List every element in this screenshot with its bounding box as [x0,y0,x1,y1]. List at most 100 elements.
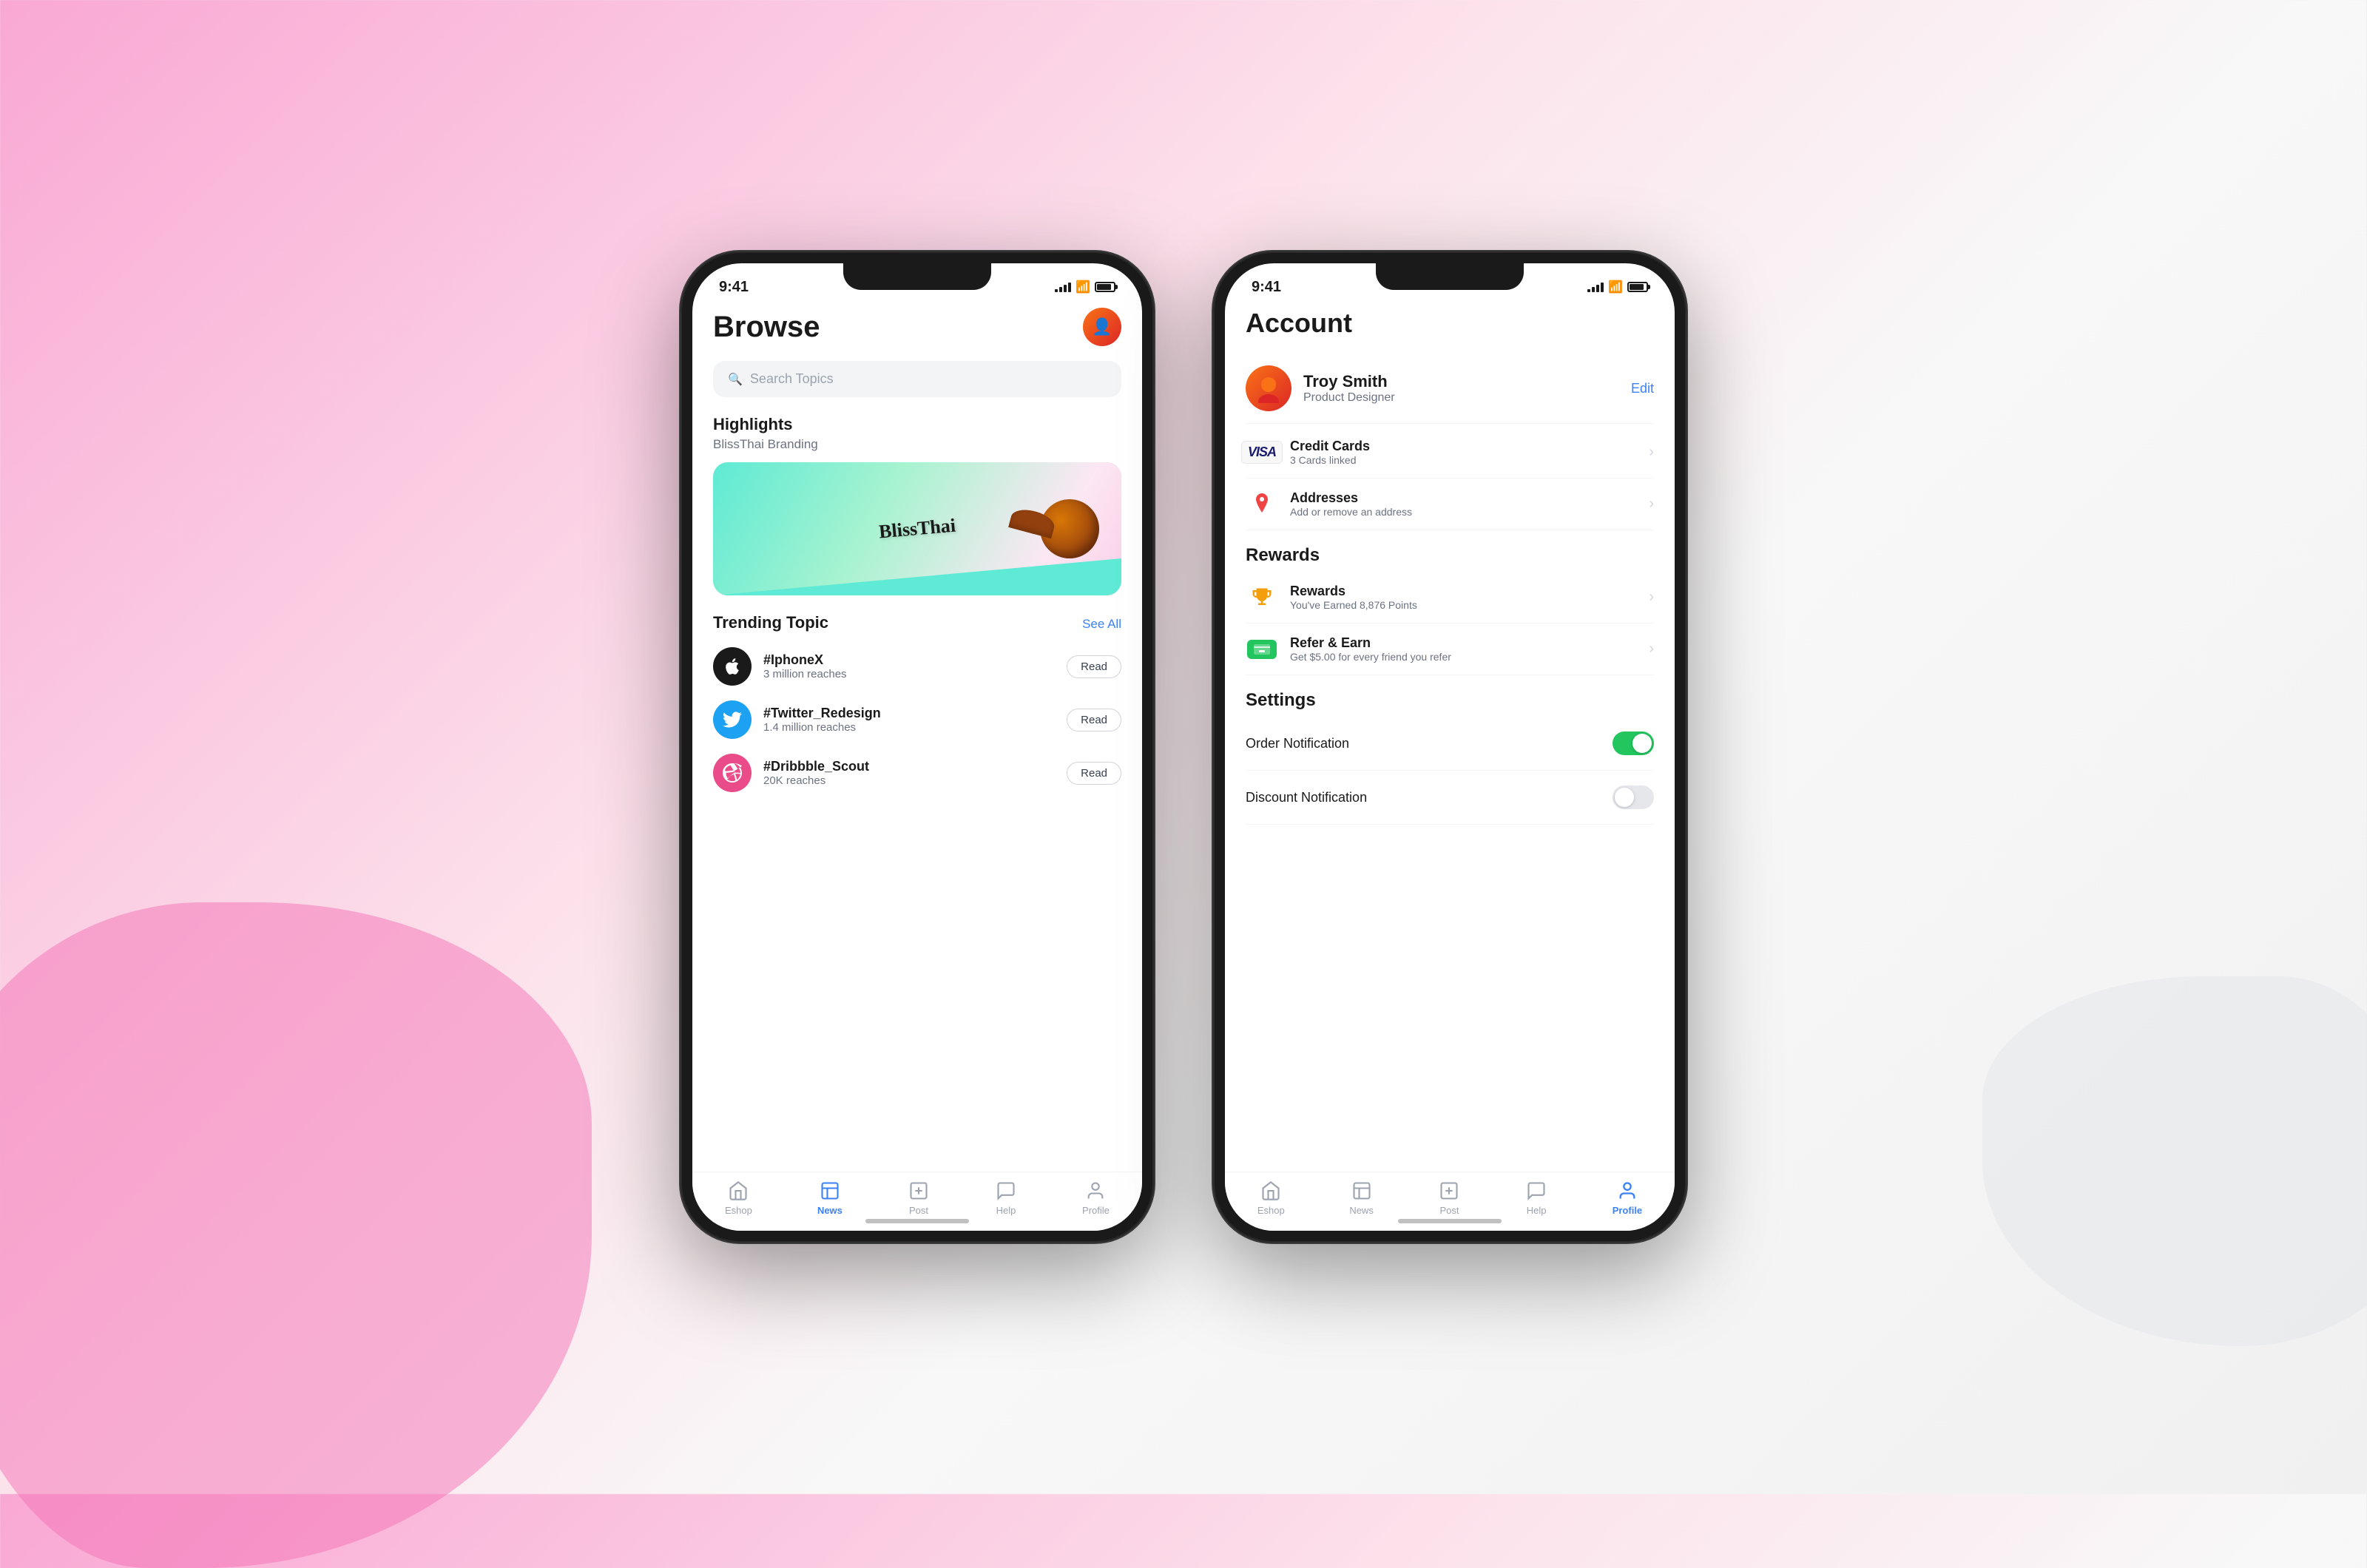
profile-name: Troy Smith [1303,372,1619,391]
rewards-sub: You've Earned 8,876 Points [1290,599,1637,611]
trophy-icon-wrap [1246,586,1278,609]
topic-item: #Dribbble_Scout 20K reaches Read [713,754,1121,792]
profile-role: Product Designer [1303,391,1619,405]
edit-button[interactable]: Edit [1631,381,1654,396]
discount-notification-toggle[interactable] [1613,785,1654,809]
account-screen-content: Account Troy Smith Product Designer [1225,300,1675,1231]
news-label-left: News [817,1205,843,1216]
see-all-button[interactable]: See All [1082,617,1121,632]
profile-label-left: Profile [1082,1205,1110,1216]
chevron-right-icon: › [1649,496,1654,513]
topic-info-twitter: #Twitter_Redesign 1.4 million reaches [763,706,1055,734]
read-button-dribbble[interactable]: Read [1067,762,1121,785]
battery-right [1627,282,1648,292]
trending-label: Trending Topic [713,613,828,632]
pin-icon-wrap [1246,493,1278,516]
topic-info-iphonex: #IphoneX 3 million reaches [763,652,1055,680]
profile-label-right: Profile [1613,1205,1642,1216]
profile-icon-left [1084,1180,1107,1202]
addresses-item[interactable]: Addresses Add or remove an address › [1246,479,1654,530]
profile-avatar [1246,365,1291,411]
addresses-title: Addresses [1290,490,1637,506]
news-icon-right [1351,1180,1373,1202]
highlights-sub: BlissThai Branding [713,437,1121,452]
addresses-sub: Add or remove an address [1290,506,1637,518]
eshop-icon-right [1260,1180,1282,1202]
wifi-icon-right: 📶 [1608,280,1623,294]
read-button-twitter[interactable]: Read [1067,709,1121,731]
phone-left: 9:41 📶 Browse 👤 [681,251,1154,1243]
eshop-label-right: Eshop [1257,1205,1285,1216]
order-notification-label: Order Notification [1246,736,1349,751]
nav-item-help-left[interactable]: Help [995,1180,1017,1216]
refer-earn-item[interactable]: Refer & Earn Get $5.00 for every friend … [1246,624,1654,675]
credit-cards-item[interactable]: VISA Credit Cards 3 Cards linked › [1246,427,1654,479]
credit-cards-title: Credit Cards [1290,439,1637,454]
notch-left [843,263,991,290]
bliss-thai-text: BlissThai [878,515,956,544]
phone-left-screen: 9:41 📶 Browse 👤 [692,263,1142,1231]
status-time-right: 9:41 [1252,279,1281,296]
post-icon [908,1180,930,1202]
visa-logo: VISA [1241,441,1283,464]
post-label-right: Post [1439,1205,1459,1216]
settings-section-title: Settings [1246,690,1654,711]
rewards-info: Rewards You've Earned 8,876 Points [1290,584,1637,611]
nav-item-post-right[interactable]: Post [1438,1180,1460,1216]
notch-right [1376,263,1524,290]
chevron-right-icon: › [1649,444,1654,461]
trending-header: Trending Topic See All [713,613,1121,635]
browse-title: Browse [713,311,820,344]
discount-notification-label: Discount Notification [1246,790,1367,805]
status-icons-left: 📶 [1055,280,1115,294]
post-label-left: Post [909,1205,928,1216]
nav-item-news-right[interactable]: News [1349,1180,1374,1216]
highlight-card[interactable]: BlissThai [713,462,1121,595]
discount-notification-row: Discount Notification [1246,771,1654,825]
twitter-icon [713,700,752,739]
browse-screen-content: Browse 👤 🔍 Search Topics Highlights Blis… [692,300,1142,1231]
search-placeholder: Search Topics [750,371,834,387]
credit-cards-sub: 3 Cards linked [1290,454,1637,466]
rewards-item[interactable]: Rewards You've Earned 8,876 Points › [1246,572,1654,624]
nav-item-news-left[interactable]: News [817,1180,843,1216]
eshop-icon [727,1180,749,1202]
profile-row[interactable]: Troy Smith Product Designer Edit [1246,354,1654,424]
search-icon: 🔍 [728,372,743,387]
highlights-label: Highlights [713,415,1121,434]
topic-info-dribbble: #Dribbble_Scout 20K reaches [763,759,1055,787]
help-icon-right [1525,1180,1547,1202]
nav-item-profile-left[interactable]: Profile [1082,1180,1110,1216]
news-label-right: News [1349,1205,1374,1216]
dribbble-icon [713,754,752,792]
profile-info: Troy Smith Product Designer [1303,372,1619,405]
eshop-label-left: Eshop [725,1205,752,1216]
nav-item-profile-right[interactable]: Profile [1613,1180,1642,1216]
account-title: Account [1246,308,1654,339]
signal-bars-right [1587,282,1604,292]
refer-earn-sub: Get $5.00 for every friend you refer [1290,651,1637,663]
help-label-left: Help [996,1205,1016,1216]
post-icon-right [1438,1180,1460,1202]
home-indicator-left [865,1219,969,1223]
card-wave [713,558,1121,595]
avatar[interactable]: 👤 [1083,308,1121,346]
refer-icon-wrap [1246,638,1278,661]
browse-main: Browse 👤 🔍 Search Topics Highlights Blis… [692,300,1142,1172]
nav-item-post-left[interactable]: Post [908,1180,930,1216]
signal-bars-left [1055,282,1071,292]
browse-header: Browse 👤 [713,308,1121,346]
phone-right: 9:41 📶 Account [1213,251,1686,1243]
help-label-right: Help [1527,1205,1547,1216]
rewards-title: Rewards [1290,584,1637,599]
status-time-left: 9:41 [719,279,749,296]
nav-item-help-right[interactable]: Help [1525,1180,1547,1216]
search-bar[interactable]: 🔍 Search Topics [713,361,1121,397]
apple-icon [713,647,752,686]
visa-icon-wrap: VISA [1246,441,1278,464]
order-notification-toggle[interactable] [1613,731,1654,755]
chevron-right-icon: › [1649,641,1654,658]
nav-item-eshop-right[interactable]: Eshop [1257,1180,1285,1216]
nav-item-eshop-left[interactable]: Eshop [725,1180,752,1216]
read-button-iphonex[interactable]: Read [1067,655,1121,678]
